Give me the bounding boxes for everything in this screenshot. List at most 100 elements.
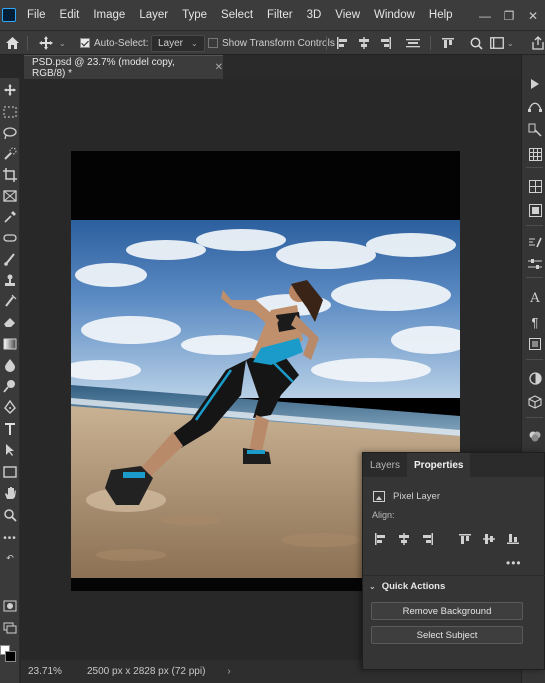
auto-select-checkbox[interactable]: Auto-Select:	[80, 31, 148, 55]
chevron-down-icon: ⌄	[59, 38, 66, 48]
gradient-tool-icon[interactable]	[0, 334, 20, 354]
move-tool-preset-button[interactable]: ⌄	[38, 31, 66, 55]
hand-tool-icon[interactable]	[0, 483, 20, 503]
search-button[interactable]	[470, 31, 483, 55]
align-left-button[interactable]	[373, 532, 387, 546]
minimize-button[interactable]: —	[473, 0, 497, 31]
show-transform-controls-checkbox[interactable]: Show Transform Controls	[208, 31, 335, 55]
background-color-swatch[interactable]	[5, 651, 16, 662]
menu-3d[interactable]: 3D	[300, 9, 329, 21]
menu-edit[interactable]: Edit	[53, 9, 87, 21]
remove-background-button[interactable]: Remove Background	[371, 602, 523, 620]
restore-button[interactable]: ❐	[497, 0, 521, 31]
menu-filter[interactable]: Filter	[260, 9, 300, 21]
healing-brush-tool-icon[interactable]	[0, 228, 20, 248]
path-selection-tool-icon[interactable]	[0, 440, 20, 460]
color-icon[interactable]	[525, 369, 545, 387]
align-top-button[interactable]	[458, 532, 472, 546]
chevron-right-icon[interactable]: ›	[227, 666, 230, 677]
channels-icon[interactable]	[525, 427, 545, 445]
home-icon[interactable]	[5, 31, 20, 55]
tab-layers[interactable]: Layers	[363, 453, 407, 477]
sliders-icon[interactable]	[525, 255, 545, 273]
tab-properties[interactable]: Properties	[407, 453, 471, 477]
brush-settings-icon[interactable]	[525, 233, 545, 251]
character-icon[interactable]: A	[525, 289, 545, 307]
adjustments-icon[interactable]	[525, 121, 545, 139]
align-center-button[interactable]	[397, 532, 411, 546]
align-horizontal-centers-button[interactable]	[358, 31, 370, 55]
3d-cube-icon[interactable]	[525, 393, 545, 411]
move-tool-icon[interactable]	[0, 80, 20, 100]
menu-select[interactable]: Select	[214, 9, 260, 21]
show-transform-label: Show Transform Controls	[222, 37, 335, 49]
rectangle-tool-icon[interactable]	[0, 462, 20, 482]
align-section-label: Align:	[372, 510, 395, 520]
swatches-grid-icon[interactable]	[525, 145, 545, 163]
close-icon[interactable]: ✕	[215, 62, 223, 73]
close-button[interactable]: ✕	[521, 0, 545, 31]
lasso-tool-icon[interactable]	[0, 123, 20, 143]
eyedropper-tool-icon[interactable]	[0, 207, 20, 227]
marquee-tool-icon[interactable]	[0, 102, 20, 122]
clone-stamp-tool-icon[interactable]	[0, 270, 20, 290]
glyphs-icon[interactable]	[525, 335, 545, 353]
align-left-icon	[337, 37, 347, 49]
workspace-button[interactable]: ⌄	[490, 31, 514, 55]
paragraph-icon[interactable]: ¶	[525, 313, 545, 331]
document-tab[interactable]: PSD.psd @ 23.7% (model copy, RGB/8) * ✕	[24, 55, 223, 79]
quick-mask-icon[interactable]	[0, 596, 20, 616]
swap-colors-icon[interactable]: ↶	[0, 548, 20, 568]
screen-mode-icon[interactable]	[0, 618, 20, 638]
document-tab-bar: PSD.psd @ 23.7% (model copy, RGB/8) * ✕	[24, 55, 521, 79]
edit-toolbar-icon[interactable]: •••	[0, 528, 20, 548]
dodge-tool-icon[interactable]	[0, 376, 20, 396]
more-options-icon[interactable]: •••	[506, 556, 522, 570]
align-middle-button[interactable]	[482, 532, 496, 546]
libraries-icon[interactable]	[525, 201, 545, 219]
history-brush-tool-icon[interactable]	[0, 291, 20, 311]
frame-tool-icon[interactable]	[0, 186, 20, 206]
align-bottom-button[interactable]	[506, 532, 520, 546]
play-icon[interactable]	[525, 75, 545, 93]
section-divider	[363, 575, 545, 576]
menu-help[interactable]: Help	[422, 9, 460, 21]
zoom-level[interactable]: 23.71%	[21, 666, 73, 677]
distribute-button[interactable]	[406, 31, 420, 55]
blur-tool-icon[interactable]	[0, 355, 20, 375]
align-center-icon	[359, 37, 369, 49]
tables-grid-icon[interactable]	[525, 177, 545, 195]
layer-dropdown-value: Layer	[158, 37, 184, 49]
crop-tool-icon[interactable]	[0, 165, 20, 185]
share-button[interactable]	[530, 31, 544, 55]
menu-file[interactable]: File	[20, 9, 53, 21]
auto-select-check-icon	[80, 38, 90, 48]
menu-window[interactable]: Window	[367, 9, 422, 21]
search-icon	[470, 37, 483, 50]
quick-selection-tool-icon[interactable]	[0, 144, 20, 164]
quick-actions-header[interactable]: ⌄ Quick Actions	[369, 581, 445, 592]
align-top-icon	[442, 38, 454, 48]
align-top-edges-button[interactable]	[442, 31, 454, 55]
type-tool-icon[interactable]	[0, 419, 20, 439]
move-icon	[39, 36, 53, 50]
eraser-tool-icon[interactable]	[0, 312, 20, 332]
menu-view[interactable]: View	[328, 9, 367, 21]
align-middle-icon	[483, 534, 495, 544]
align-left-edges-button[interactable]	[336, 31, 348, 55]
share-icon	[532, 36, 544, 50]
zoom-tool-icon[interactable]	[0, 505, 20, 525]
align-right-edges-button[interactable]	[380, 31, 392, 55]
photoshop-logo-icon	[2, 8, 16, 22]
align-center-icon	[399, 533, 409, 545]
paths-icon[interactable]	[525, 97, 545, 115]
select-subject-button[interactable]: Select Subject	[371, 626, 523, 644]
align-right-button[interactable]	[421, 532, 435, 546]
image-icon	[373, 491, 385, 502]
brush-tool-icon[interactable]	[0, 249, 20, 269]
pen-tool-icon[interactable]	[0, 397, 20, 417]
menu-layer[interactable]: Layer	[132, 9, 175, 21]
menu-type[interactable]: Type	[175, 9, 214, 21]
auto-select-target-dropdown[interactable]: Layer ⌄	[151, 34, 205, 52]
menu-image[interactable]: Image	[86, 9, 132, 21]
